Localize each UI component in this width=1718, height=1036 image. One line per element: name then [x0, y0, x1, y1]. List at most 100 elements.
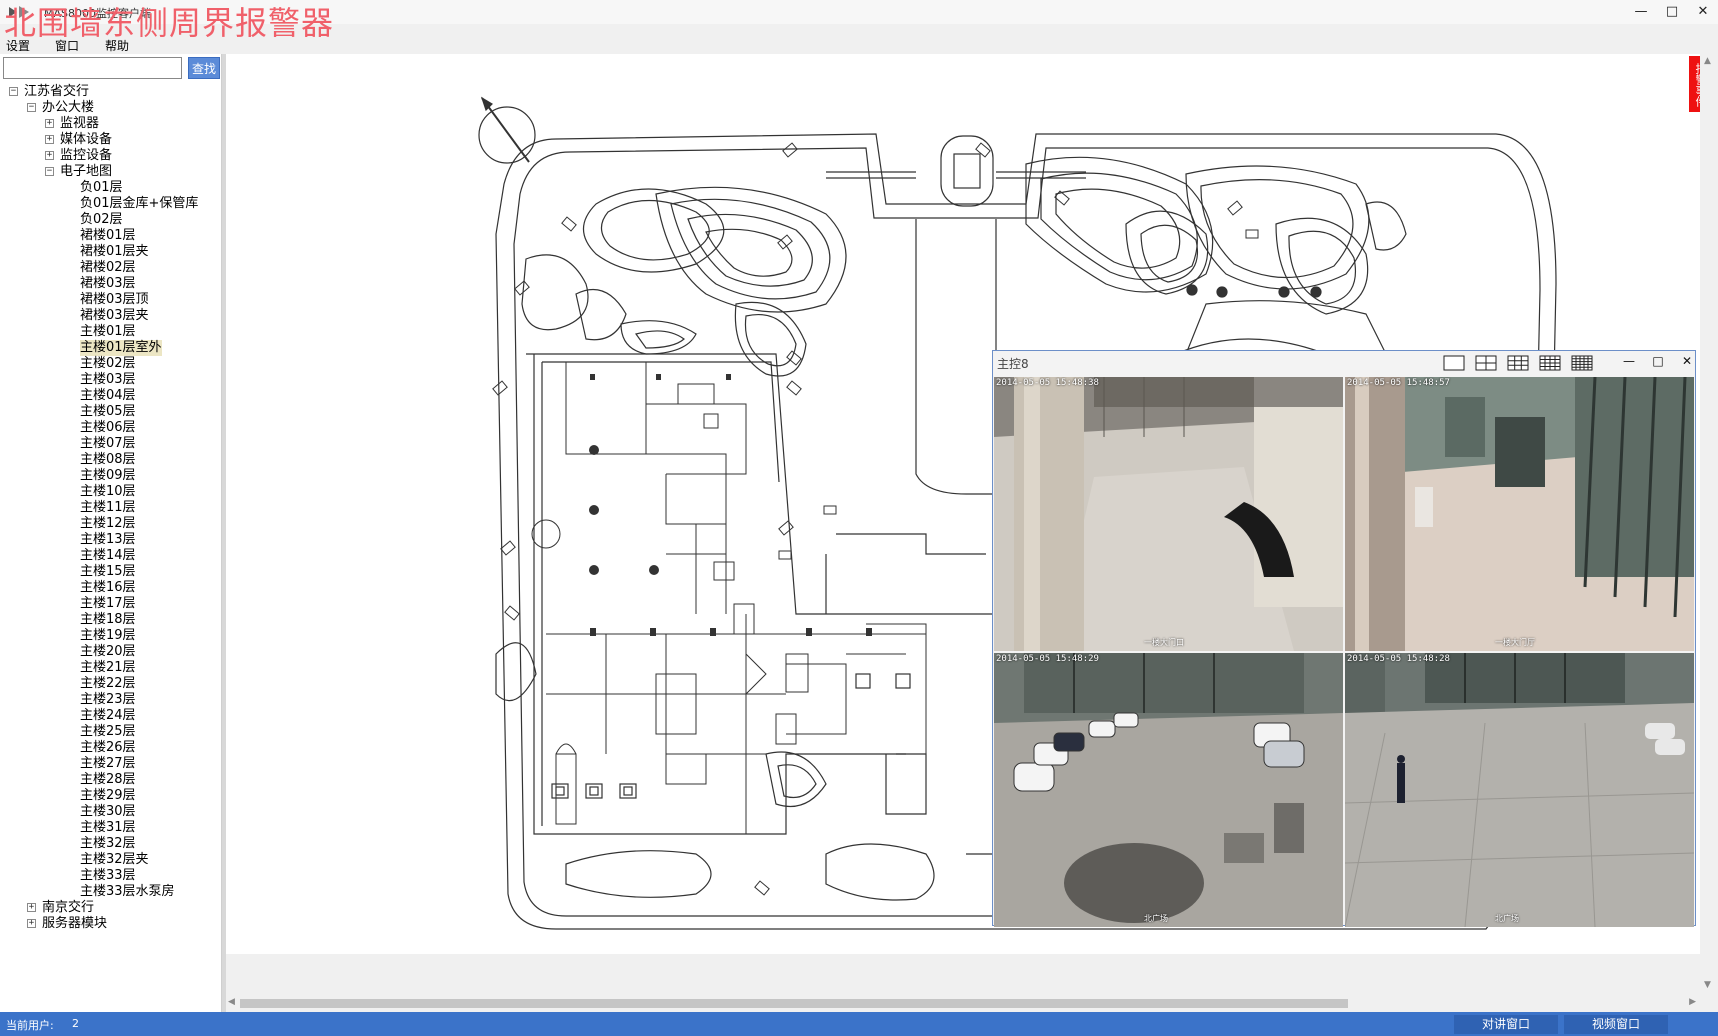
layout-3x3-icon[interactable]	[1507, 355, 1529, 371]
tree-node-label: 主楼33层水泵房	[80, 884, 175, 899]
expand-icon[interactable]: +	[27, 919, 36, 928]
current-user-label: 当前用户:	[6, 1019, 54, 1032]
tree-node-label: 主楼20层	[80, 644, 136, 659]
tree-node-label: 主楼30层	[80, 804, 136, 819]
feed-1-timestamp: 2014-05-05 15:48:38	[996, 378, 1099, 388]
tree-node-label: 主楼33层	[80, 868, 136, 883]
scroll-left-icon[interactable]: ◀	[228, 997, 235, 1007]
tree-node-label: 主楼05层	[80, 404, 136, 419]
parking-lot-scene	[994, 653, 1343, 927]
tree-node-label: 监视器	[60, 116, 100, 131]
expand-icon[interactable]: +	[45, 151, 54, 160]
tree-node-label: 主楼23层	[80, 692, 136, 707]
menu-settings[interactable]: 设置	[6, 37, 30, 54]
horizontal-scrollbar[interactable]: ◀ ▶	[226, 994, 1700, 1012]
menu-help[interactable]: 帮助	[105, 37, 129, 54]
tree-node-label: 主楼10层	[80, 484, 136, 499]
video-window-button[interactable]: 视频窗口	[1564, 1015, 1668, 1034]
tree-node-label: 裙楼03层	[80, 276, 136, 291]
current-user-count: 2	[72, 1017, 79, 1030]
tree-node-label: 主楼29层	[80, 788, 136, 803]
lobby-reception-scene	[994, 377, 1343, 651]
video-close-icon[interactable]: ✕	[1678, 354, 1696, 370]
tree-node-label: 江苏省交行	[24, 84, 90, 99]
maximize-icon[interactable]: □	[1659, 2, 1685, 22]
collapse-icon[interactable]: −	[27, 103, 36, 112]
feed-2-camera-label: 一楼大门厅	[1495, 638, 1535, 647]
menu-window[interactable]: 窗口	[55, 37, 79, 54]
tree-node-label: 主楼14层	[80, 548, 136, 563]
tree-node-label: 裙楼01层夹	[80, 244, 149, 259]
lobby-entrance-scene	[1345, 377, 1694, 651]
tree-node-label: 监控设备	[60, 148, 113, 163]
tree-node-label: 主楼26层	[80, 740, 136, 755]
feed-4-camera-label: 北广场	[1495, 914, 1519, 923]
video-window[interactable]: 主控8 — □ ✕ 2014-05-05 15:48:38 一楼大门口 2014…	[992, 350, 1696, 927]
compass-icon	[478, 96, 536, 164]
layout-5x5-icon[interactable]	[1571, 355, 1593, 371]
intercom-window-button[interactable]: 对讲窗口	[1454, 1015, 1558, 1034]
title-bar: MAS8000监控客户端 北围墙东侧周界报警器 — □ ✕	[0, 0, 1718, 42]
tree-node-label: 主楼01层	[80, 324, 136, 339]
scroll-right-icon[interactable]: ▶	[1689, 997, 1696, 1007]
tree-node-label: 主楼01层室外	[80, 340, 162, 356]
feed-2-timestamp: 2014-05-05 15:48:57	[1347, 378, 1450, 388]
horizontal-scroll-thumb[interactable]	[240, 999, 1348, 1008]
vertical-scrollbar[interactable]: ▲ ▼	[1700, 54, 1718, 994]
minimize-icon[interactable]: —	[1628, 2, 1654, 22]
tree-node-label: 主楼19层	[80, 628, 136, 643]
tree-node-label: 主楼06层	[80, 420, 136, 435]
expand-icon[interactable]: +	[45, 135, 54, 144]
video-minimize-icon[interactable]: —	[1620, 354, 1638, 370]
collapse-icon[interactable]: −	[9, 87, 18, 96]
video-feed-1[interactable]: 2014-05-05 15:48:38 一楼大门口	[994, 377, 1343, 651]
layout-4x4-icon[interactable]	[1539, 355, 1561, 371]
tree-node-label: 主楼08层	[80, 452, 136, 467]
tree-node-label: 裙楼03层顶	[80, 292, 149, 307]
tree-node-label: 主楼02层	[80, 356, 136, 371]
scroll-up-icon[interactable]: ▲	[1704, 56, 1711, 66]
device-tree-panel: 查找 − 江苏省交行 − 办公大楼 + 监视器 + 媒体设备 + 监控设备 − 电子地图 负01层 负01…	[0, 54, 222, 1014]
tree-node-label: 主楼04层	[80, 388, 136, 403]
feed-4-timestamp: 2014-05-05 15:48:28	[1347, 654, 1450, 664]
feed-3-camera-label: 北广场	[1144, 914, 1168, 923]
search-button[interactable]: 查找	[188, 57, 220, 79]
expand-icon[interactable]: +	[45, 119, 54, 128]
video-feed-4[interactable]: 2014-05-05 15:48:28 北广场	[1345, 653, 1694, 927]
search-input[interactable]	[3, 57, 182, 79]
tree-node-label: 主楼24层	[80, 708, 136, 723]
tree-node-label: 裙楼03层夹	[80, 308, 149, 323]
tree-node-label: 主楼17层	[80, 596, 136, 611]
layout-1x1-icon[interactable]	[1443, 355, 1465, 371]
video-feed-3[interactable]: 2014-05-05 15:48:29 北广场	[994, 653, 1343, 927]
tree-node-label: 负01层	[80, 180, 123, 195]
close-icon[interactable]: ✕	[1690, 2, 1716, 22]
tree-node-label: 主楼03层	[80, 372, 136, 387]
tree-node-label: 主楼16层	[80, 580, 136, 595]
tree-node-label: 主楼25层	[80, 724, 136, 739]
tree-node-label: 媒体设备	[60, 132, 113, 147]
scroll-down-icon[interactable]: ▼	[1704, 980, 1711, 990]
tree-node-label: 主楼31层	[80, 820, 136, 835]
tree-node-label: 办公大楼	[42, 100, 95, 115]
video-feed-2[interactable]: 2014-05-05 15:48:57 一楼大门厅	[1345, 377, 1694, 651]
feed-1-camera-label: 一楼大门口	[1144, 638, 1184, 647]
expand-icon[interactable]: +	[27, 903, 36, 912]
status-bar: 当前用户: 2 对讲窗口 视频窗口	[0, 1012, 1718, 1036]
plaza-entrance-scene	[1345, 653, 1694, 927]
video-maximize-icon[interactable]: □	[1649, 354, 1667, 370]
layout-2x2-icon[interactable]	[1475, 355, 1497, 371]
tree-node-label: 主楼09层	[80, 468, 136, 483]
tree-node-label: 主楼07层	[80, 436, 136, 451]
tree-node-label: 负02层	[80, 212, 123, 227]
tree-node-label: 主楼11层	[80, 500, 136, 515]
collapse-icon[interactable]: −	[45, 167, 54, 176]
tree-node-label: 主楼12层	[80, 516, 136, 531]
feed-3-timestamp: 2014-05-05 15:48:29	[996, 654, 1099, 664]
tree-node-label: 裙楼02层	[80, 260, 136, 275]
map-lower-margin	[226, 954, 1700, 994]
tree-node-label: 主楼21层	[80, 660, 136, 675]
tree-node-label: 南京交行	[42, 900, 95, 915]
tree-node-label: 主楼27层	[80, 756, 136, 771]
tree-node-label: 裙楼01层	[80, 228, 136, 243]
